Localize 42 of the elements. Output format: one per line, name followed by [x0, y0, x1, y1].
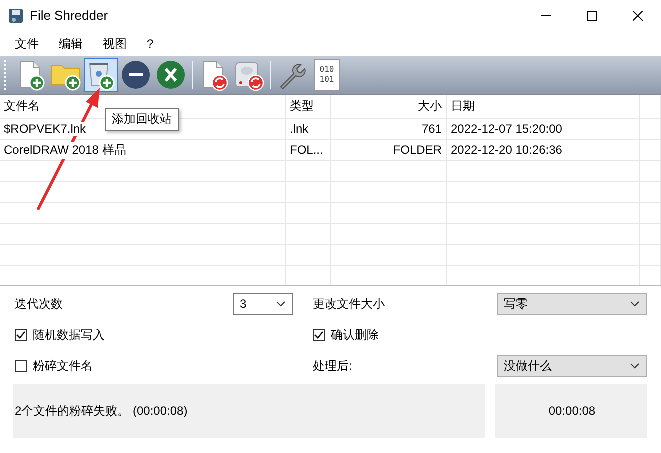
- column-header[interactable]: 类型: [286, 95, 331, 118]
- checkbox[interactable]: [15, 329, 27, 341]
- chevron-down-icon: [630, 301, 640, 307]
- table-cell: FOL...: [290, 143, 324, 157]
- table-cell: 761: [422, 122, 442, 136]
- checkbox-label: 随机数据写入: [33, 326, 105, 344]
- app-icon: [8, 8, 24, 24]
- menu-item[interactable]: 视图: [94, 34, 136, 54]
- checkbox[interactable]: [313, 329, 325, 341]
- chevron-down-icon: [630, 363, 640, 369]
- elapsed-time: 00:00:08: [548, 404, 596, 418]
- table-cell: .lnk: [290, 122, 309, 136]
- checkbox-label: 粉碎文件名: [33, 358, 93, 374]
- status-message: 2个文件的粉碎失败。 (00:00:08): [15, 402, 188, 420]
- option-label: 更改文件大小: [313, 296, 385, 312]
- close-icon: [633, 10, 643, 20]
- x-circle-icon: [155, 59, 187, 91]
- dropdown[interactable]: 没做什么: [497, 355, 647, 377]
- table-cell: 2022-12-20 10:26:36: [451, 143, 562, 157]
- table-cell: CorelDRAW 2018 样品: [4, 142, 126, 158]
- option-label: 处理后:: [313, 358, 352, 374]
- window-title: File Shredder: [30, 8, 110, 23]
- dropdown[interactable]: 写零: [497, 293, 647, 315]
- menu-item[interactable]: ?: [138, 35, 163, 53]
- toolbar-button[interactable]: [84, 58, 118, 92]
- checkbox[interactable]: [15, 360, 27, 372]
- menu-item[interactable]: 编辑: [50, 34, 92, 54]
- checkbox-label: 确认删除: [331, 326, 379, 344]
- option-label: 迭代次数: [15, 296, 63, 312]
- chevron-down-icon: [276, 301, 286, 307]
- dropdown[interactable]: 3: [233, 293, 293, 315]
- toolbar-button[interactable]: [119, 58, 153, 92]
- maximize-icon: [587, 10, 597, 20]
- minus-icon: [120, 59, 152, 91]
- table-cell: $ROPVEK7.lnk: [4, 122, 86, 136]
- table-cell: FOLDER: [393, 143, 442, 157]
- column-header[interactable]: 日期: [447, 95, 640, 118]
- table-cell: 2022-12-07 15:20:00: [451, 122, 562, 136]
- column-header[interactable]: 大小: [331, 95, 447, 118]
- tooltip: 添加回收站: [105, 108, 179, 131]
- menu-item[interactable]: 文件: [6, 34, 48, 54]
- toolbar-button[interactable]: [154, 58, 188, 92]
